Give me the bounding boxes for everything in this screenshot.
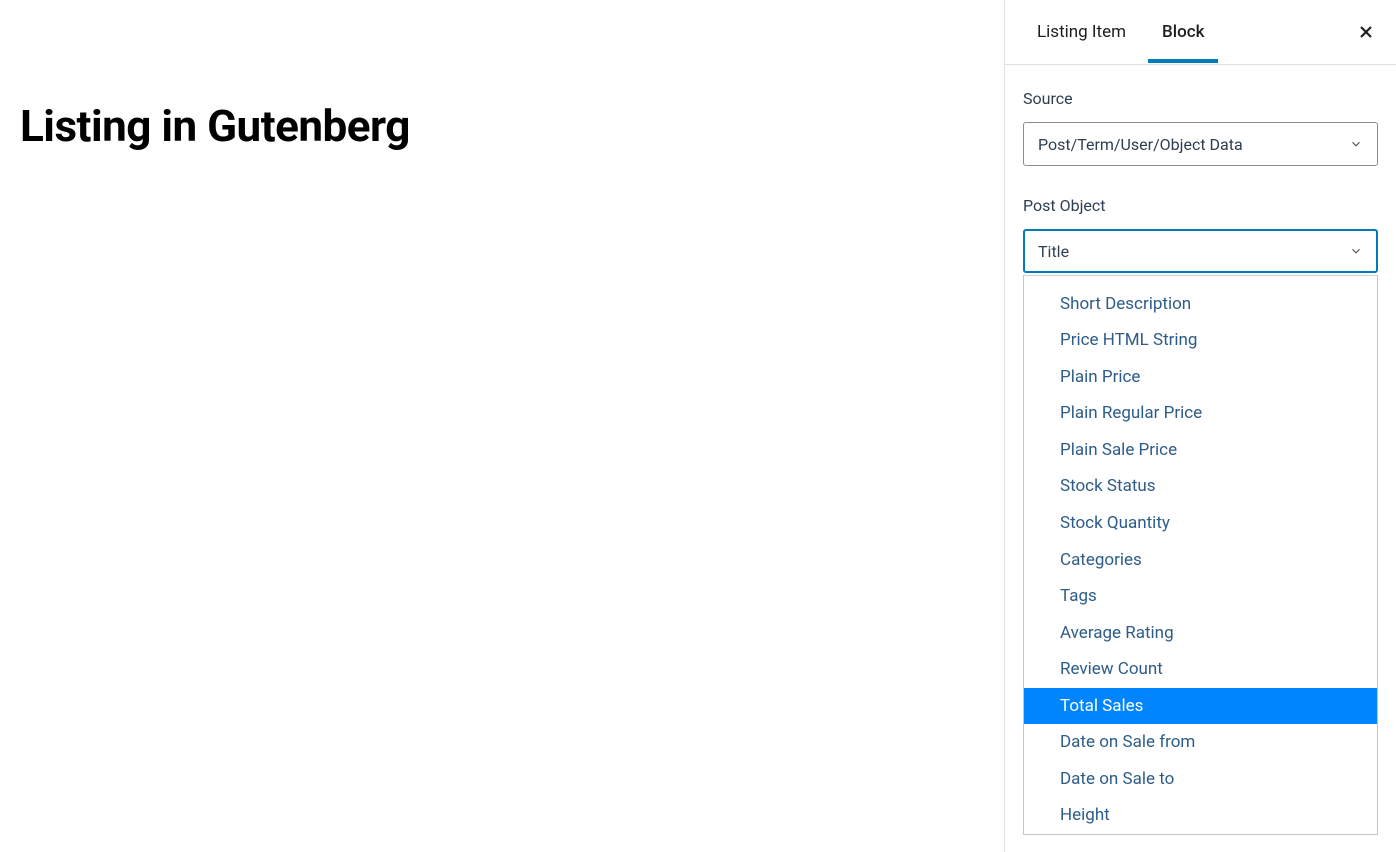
source-select-value: Post/Term/User/Object Data	[1038, 135, 1243, 154]
page-title: Listing in Gutenberg	[20, 100, 984, 152]
dropdown-option[interactable]: Price HTML String	[1024, 322, 1377, 359]
post-object-select-wrapper: Title Product SlugTypeProduct StatusSKUD…	[1023, 229, 1378, 273]
source-select[interactable]: Post/Term/User/Object Data	[1023, 122, 1378, 166]
dropdown-option[interactable]: Short Description	[1024, 286, 1377, 323]
post-object-dropdown[interactable]: Product SlugTypeProduct StatusSKUDescrip…	[1023, 275, 1378, 835]
dropdown-option[interactable]: Date on Sale from	[1024, 724, 1377, 761]
dropdown-option[interactable]: Date on Sale to	[1024, 761, 1377, 798]
source-label: Source	[1023, 89, 1378, 108]
sidebar-content: Source Post/Term/User/Object Data Post O…	[1005, 65, 1396, 852]
dropdown-option[interactable]: Stock Quantity	[1024, 505, 1377, 542]
close-button[interactable]	[1354, 20, 1378, 44]
dropdown-option[interactable]: Tags	[1024, 578, 1377, 615]
post-object-select[interactable]: Title	[1023, 229, 1378, 273]
close-icon	[1356, 22, 1376, 42]
source-select-wrapper: Post/Term/User/Object Data	[1023, 122, 1378, 166]
post-object-select-value: Title	[1038, 242, 1069, 261]
dropdown-option[interactable]: Height	[1024, 797, 1377, 834]
sidebar-tabs: Listing Item Block	[1005, 0, 1396, 65]
dropdown-option[interactable]: Plain Sale Price	[1024, 432, 1377, 469]
dropdown-option[interactable]: Plain Regular Price	[1024, 395, 1377, 432]
post-object-label: Post Object	[1023, 196, 1378, 215]
dropdown-option[interactable]: Plain Price	[1024, 359, 1377, 396]
dropdown-option[interactable]: Categories	[1024, 542, 1377, 579]
dropdown-option[interactable]: Description	[1024, 275, 1377, 286]
dropdown-option[interactable]: Total Sales	[1024, 688, 1377, 725]
main-content: Listing in Gutenberg	[0, 0, 1004, 852]
tab-block[interactable]: Block	[1148, 2, 1218, 63]
chevron-down-icon	[1349, 137, 1363, 151]
tab-listing-item[interactable]: Listing Item	[1023, 2, 1140, 63]
post-object-field-group: Post Object Title Product SlugTypeProduc…	[1023, 196, 1378, 273]
dropdown-option[interactable]: Average Rating	[1024, 615, 1377, 652]
dropdown-option[interactable]: Review Count	[1024, 651, 1377, 688]
dropdown-option[interactable]: Stock Status	[1024, 468, 1377, 505]
source-field-group: Source Post/Term/User/Object Data	[1023, 89, 1378, 166]
chevron-down-icon	[1349, 244, 1363, 258]
sidebar: Listing Item Block Source Post/Term/User…	[1004, 0, 1396, 852]
